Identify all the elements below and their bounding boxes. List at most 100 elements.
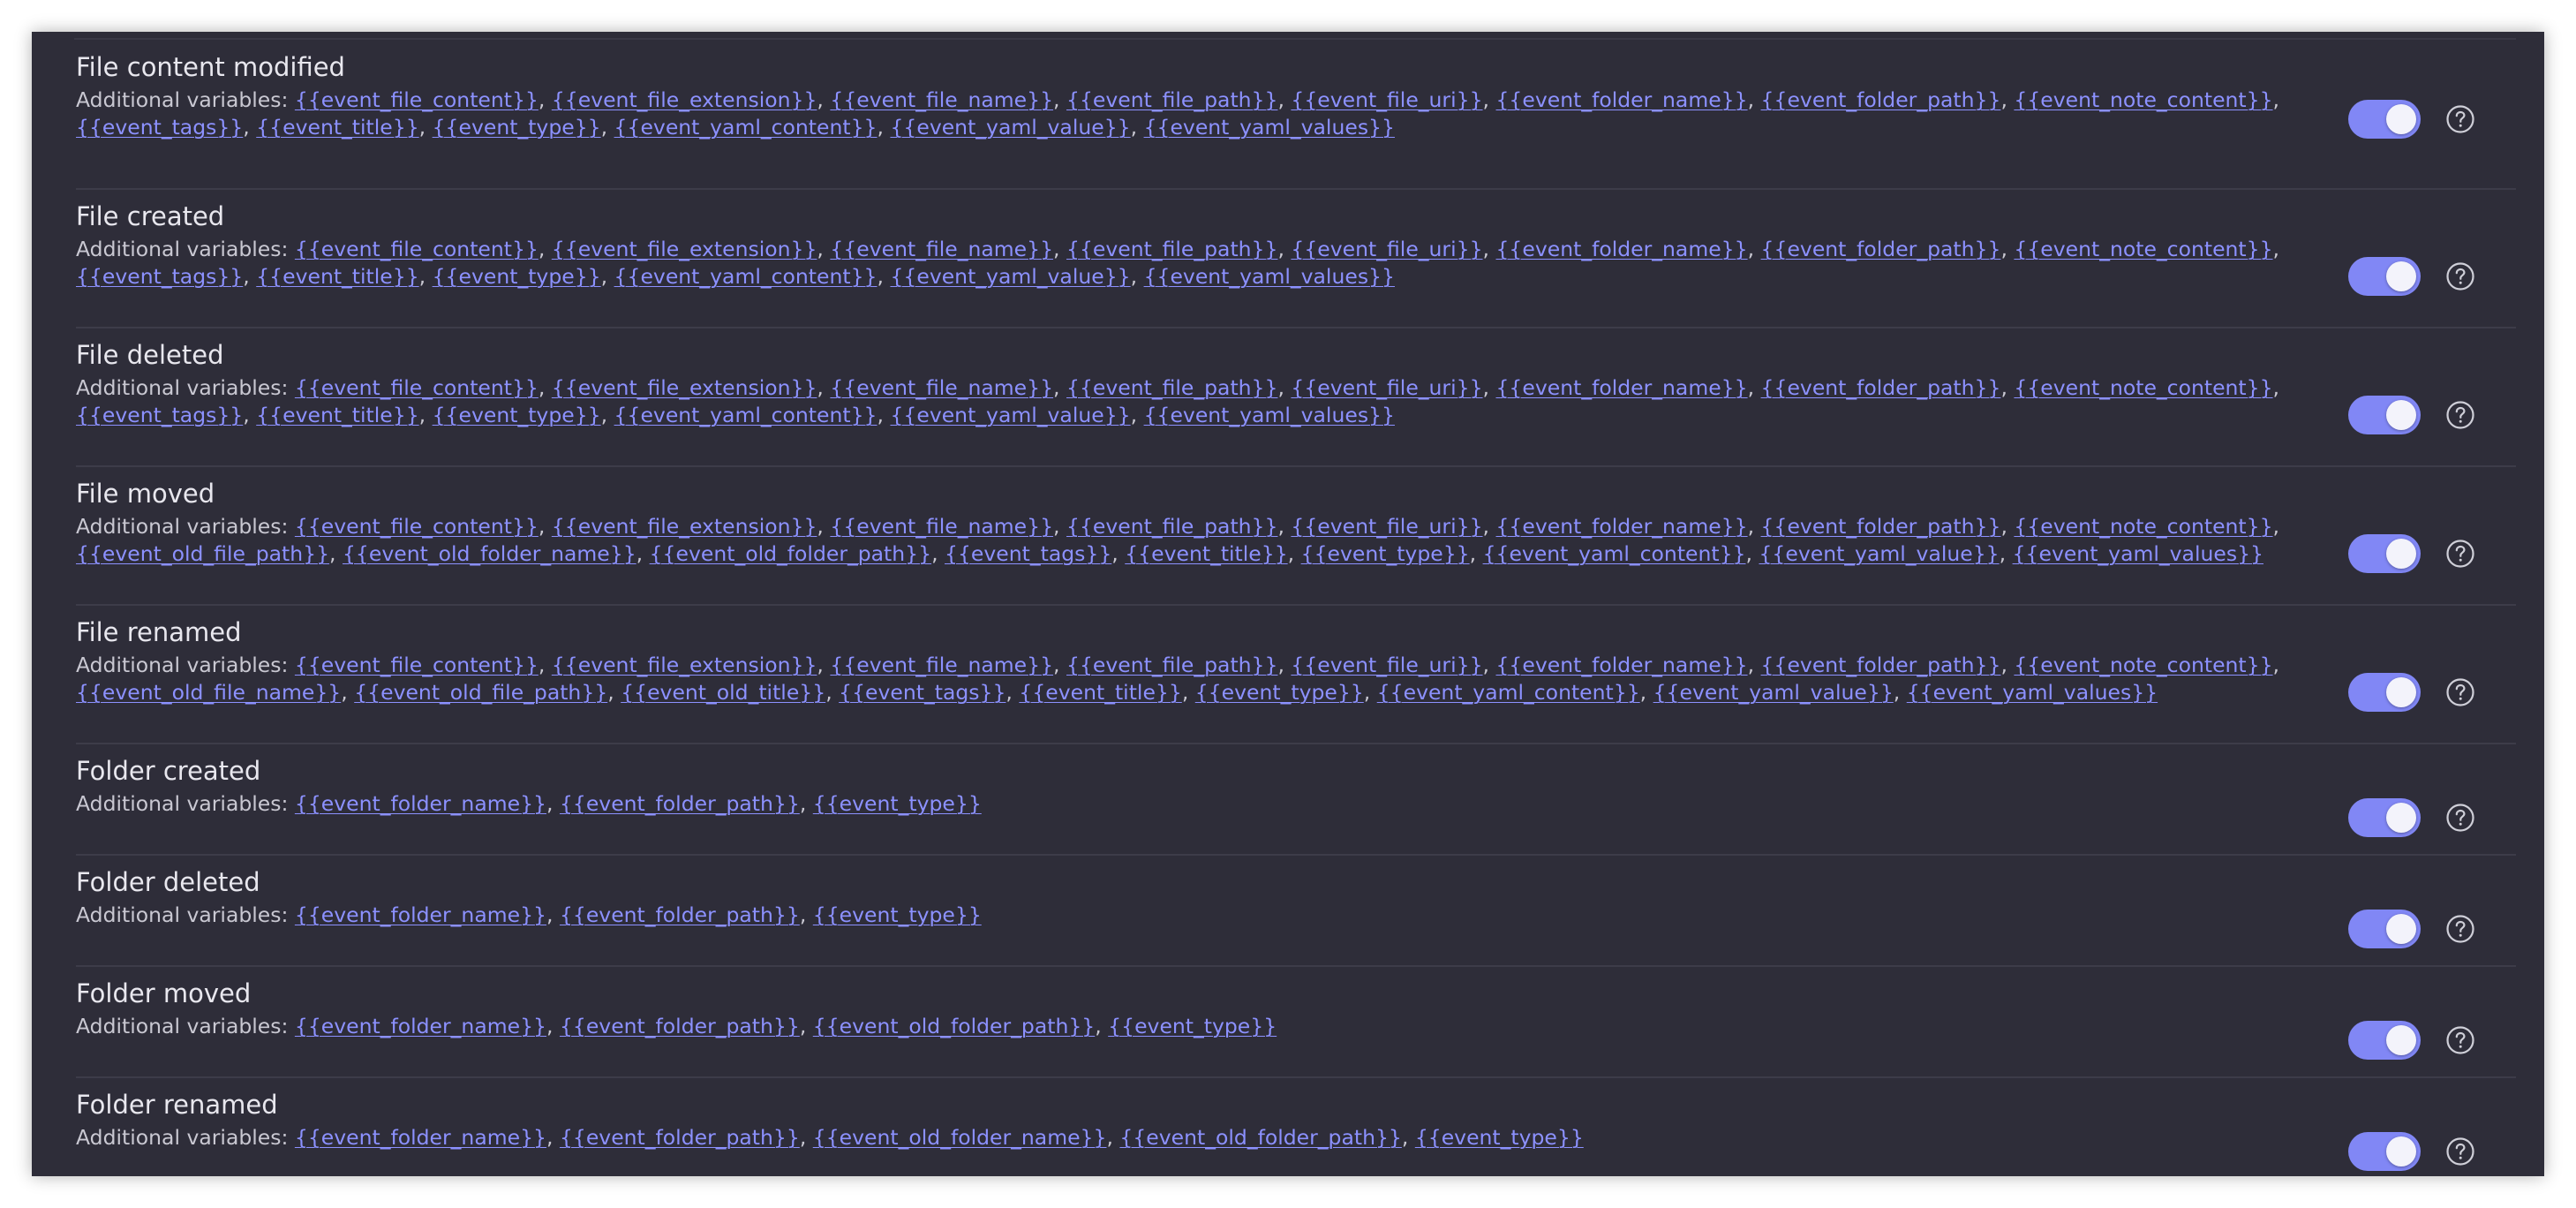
variable-link[interactable]: {{event_folder_name}} xyxy=(1495,375,1747,400)
variable-link[interactable]: {{event_yaml_value}} xyxy=(890,264,1130,289)
variable-link[interactable]: {{event_type}} xyxy=(1415,1125,1584,1150)
variable-link[interactable]: {{event_tags}} xyxy=(76,264,243,289)
variable-link[interactable]: {{event_type}} xyxy=(813,902,982,927)
variable-link[interactable]: {{event_type}} xyxy=(433,115,601,140)
variable-link[interactable]: {{event_old_folder_path}} xyxy=(650,541,931,566)
variable-link[interactable]: {{event_file_content}} xyxy=(295,87,539,112)
variable-link[interactable]: {{event_old_file_path}} xyxy=(76,541,329,566)
variable-link[interactable]: {{event_file_uri}} xyxy=(1291,653,1482,677)
variable-link[interactable]: {{event_old_title}} xyxy=(621,680,825,705)
variable-link[interactable]: {{event_folder_name}} xyxy=(295,791,546,816)
variable-link[interactable]: {{event_yaml_value}} xyxy=(1653,680,1894,705)
variable-link[interactable]: {{event_file_path}} xyxy=(1066,514,1277,539)
variable-link[interactable]: {{event_file_extension}} xyxy=(552,653,817,677)
variable-link[interactable]: {{event_type}} xyxy=(433,264,601,289)
toggle-switch[interactable] xyxy=(2348,1132,2421,1171)
variable-link[interactable]: {{event_folder_name}} xyxy=(295,1014,546,1038)
variable-link[interactable]: {{event_file_extension}} xyxy=(552,514,817,539)
help-icon[interactable] xyxy=(2445,914,2475,944)
variable-link[interactable]: {{event_folder_name}} xyxy=(1495,653,1747,677)
variable-link[interactable]: {{event_tags}} xyxy=(76,115,243,140)
variable-link[interactable]: {{event_tags}} xyxy=(839,680,1006,705)
variable-link[interactable]: {{event_yaml_values}} xyxy=(1907,680,2158,705)
help-icon[interactable] xyxy=(2445,677,2475,707)
variable-link[interactable]: {{event_yaml_values}} xyxy=(1144,264,1395,289)
toggle-switch[interactable] xyxy=(2348,1021,2421,1060)
variable-link[interactable]: {{event_file_name}} xyxy=(830,514,1053,539)
variable-link[interactable]: {{event_folder_name}} xyxy=(295,1125,546,1150)
variable-link[interactable]: {{event_yaml_value}} xyxy=(890,115,1130,140)
variable-link[interactable]: {{event_note_content}} xyxy=(2014,514,2272,539)
variable-link[interactable]: {{event_folder_path}} xyxy=(560,791,800,816)
variable-link[interactable]: {{event_file_content}} xyxy=(295,514,539,539)
variable-link[interactable]: {{event_yaml_content}} xyxy=(614,264,877,289)
toggle-switch[interactable] xyxy=(2348,100,2421,139)
variable-link[interactable]: {{event_file_uri}} xyxy=(1291,237,1482,261)
variable-link[interactable]: {{event_yaml_value}} xyxy=(890,403,1130,427)
variable-link[interactable]: {{event_note_content}} xyxy=(2014,653,2272,677)
variable-link[interactable]: {{event_type}} xyxy=(1108,1014,1277,1038)
variable-link[interactable]: {{event_file_path}} xyxy=(1066,653,1277,677)
help-icon[interactable] xyxy=(2445,1025,2475,1055)
variable-link[interactable]: {{event_yaml_content}} xyxy=(614,115,877,140)
variable-link[interactable]: {{event_old_file_name}} xyxy=(76,680,341,705)
variable-link[interactable]: {{event_old_folder_path}} xyxy=(1119,1125,1401,1150)
variable-link[interactable]: {{event_title}} xyxy=(256,264,418,289)
variable-link[interactable]: {{event_file_path}} xyxy=(1066,375,1277,400)
toggle-switch[interactable] xyxy=(2348,798,2421,837)
variable-link[interactable]: {{event_folder_name}} xyxy=(295,902,546,927)
variable-link[interactable]: {{event_folder_name}} xyxy=(1495,514,1747,539)
variable-link[interactable]: {{event_yaml_content}} xyxy=(1483,541,1746,566)
variable-link[interactable]: {{event_title}} xyxy=(256,115,418,140)
toggle-switch[interactable] xyxy=(2348,257,2421,296)
variable-link[interactable]: {{event_folder_name}} xyxy=(1495,237,1747,261)
help-icon[interactable] xyxy=(2445,104,2475,134)
variable-link[interactable]: {{event_file_extension}} xyxy=(552,375,817,400)
variable-link[interactable]: {{event_file_name}} xyxy=(830,237,1053,261)
help-icon[interactable] xyxy=(2445,539,2475,569)
variable-link[interactable]: {{event_file_uri}} xyxy=(1291,87,1482,112)
variable-link[interactable]: {{event_folder_path}} xyxy=(560,902,800,927)
variable-link[interactable]: {{event_file_path}} xyxy=(1066,237,1277,261)
variable-link[interactable]: {{event_yaml_values}} xyxy=(1144,115,1395,140)
variable-link[interactable]: {{event_title}} xyxy=(1125,541,1287,566)
variable-link[interactable]: {{event_type}} xyxy=(1301,541,1470,566)
variable-link[interactable]: {{event_folder_path}} xyxy=(1761,375,2001,400)
variable-link[interactable]: {{event_file_path}} xyxy=(1066,87,1277,112)
variable-link[interactable]: {{event_file_name}} xyxy=(830,653,1053,677)
variable-link[interactable]: {{event_yaml_values}} xyxy=(2013,541,2263,566)
variable-link[interactable]: {{event_yaml_content}} xyxy=(1377,680,1640,705)
variable-link[interactable]: {{event_file_name}} xyxy=(830,87,1053,112)
variable-link[interactable]: {{event_folder_path}} xyxy=(1761,237,2001,261)
help-icon[interactable] xyxy=(2445,803,2475,833)
variable-link[interactable]: {{event_yaml_value}} xyxy=(1759,541,1999,566)
variable-link[interactable]: {{event_title}} xyxy=(1019,680,1181,705)
variable-link[interactable]: {{event_folder_path}} xyxy=(1761,87,2001,112)
toggle-switch[interactable] xyxy=(2348,910,2421,948)
variable-link[interactable]: {{event_type}} xyxy=(1195,680,1364,705)
variable-link[interactable]: {{event_yaml_values}} xyxy=(1144,403,1395,427)
variable-link[interactable]: {{event_file_name}} xyxy=(830,375,1053,400)
toggle-switch[interactable] xyxy=(2348,673,2421,712)
variable-link[interactable]: {{event_file_uri}} xyxy=(1291,375,1482,400)
variable-link[interactable]: {{event_old_folder_path}} xyxy=(813,1014,1095,1038)
help-icon[interactable] xyxy=(2445,400,2475,430)
variable-link[interactable]: {{event_folder_path}} xyxy=(560,1014,800,1038)
variable-link[interactable]: {{event_tags}} xyxy=(945,541,1111,566)
variable-link[interactable]: {{event_folder_name}} xyxy=(1495,87,1747,112)
variable-link[interactable]: {{event_old_folder_name}} xyxy=(343,541,636,566)
variable-link[interactable]: {{event_folder_path}} xyxy=(1761,514,2001,539)
variable-link[interactable]: {{event_note_content}} xyxy=(2014,375,2272,400)
variable-link[interactable]: {{event_type}} xyxy=(813,791,982,816)
variable-link[interactable]: {{event_tags}} xyxy=(76,403,243,427)
variable-link[interactable]: {{event_type}} xyxy=(433,403,601,427)
variable-link[interactable]: {{event_old_file_path}} xyxy=(354,680,607,705)
variable-link[interactable]: {{event_yaml_content}} xyxy=(614,403,877,427)
help-icon[interactable] xyxy=(2445,1136,2475,1166)
variable-link[interactable]: {{event_file_extension}} xyxy=(552,237,817,261)
toggle-switch[interactable] xyxy=(2348,396,2421,434)
help-icon[interactable] xyxy=(2445,261,2475,291)
variable-link[interactable]: {{event_old_folder_name}} xyxy=(813,1125,1107,1150)
variable-link[interactable]: {{event_note_content}} xyxy=(2014,87,2272,112)
variable-link[interactable]: {{event_title}} xyxy=(256,403,418,427)
